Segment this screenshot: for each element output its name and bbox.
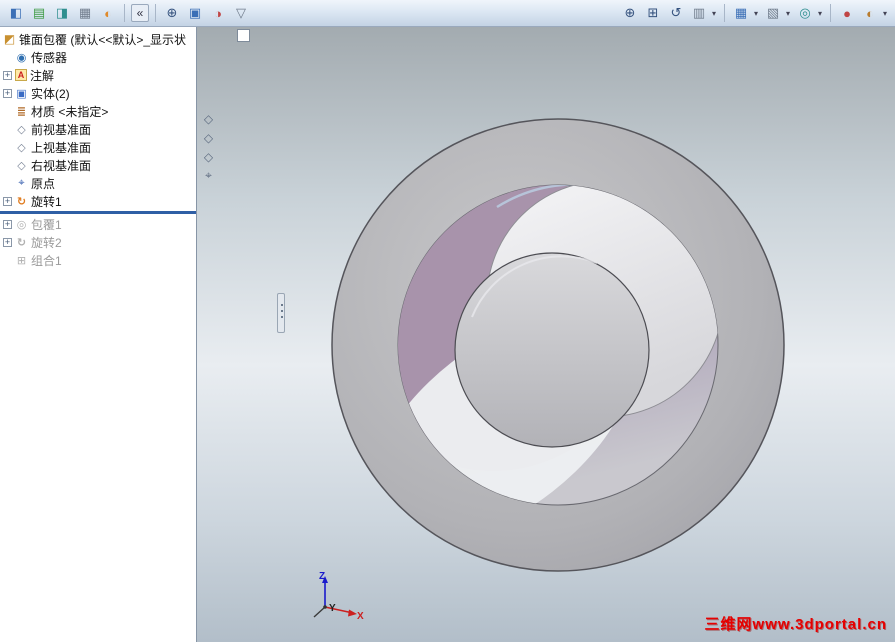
- tree-item-front-plane[interactable]: ◇ 前视基准面: [0, 120, 196, 138]
- tree-item-label: 组合1: [31, 253, 62, 268]
- tree-item-combine1[interactable]: ⊞ 组合1: [0, 251, 196, 269]
- tree-item-sensors[interactable]: ◉ 传感器: [0, 48, 196, 66]
- tree-item-origin[interactable]: ⌖ 原点: [0, 174, 196, 192]
- zoom-in-out-icon[interactable]: ⊕: [620, 3, 640, 23]
- tree-item-revolve2[interactable]: + ↻ 旋转2: [0, 233, 196, 251]
- tree-item-label: 旋转2: [31, 235, 62, 250]
- section-view-icon[interactable]: ▥: [689, 3, 709, 23]
- featuremanager-tree-panel: ◩ 锥面包覆 (默认<<默认>_显示状 ◉ 传感器 + A 注解 + ▣ 实体(…: [0, 27, 197, 642]
- plane-icon: ◇: [17, 159, 26, 172]
- tree-item-material[interactable]: ≣ 材质 <未指定>: [0, 102, 196, 120]
- display-style-icon[interactable]: ▧: [763, 3, 783, 23]
- part-name-label: 锥面包覆 (默认<<默认>_显示状: [19, 32, 187, 47]
- model-core-cylinder[interactable]: [454, 252, 650, 448]
- part-icon: ◩: [3, 32, 16, 46]
- solid-bodies-icon: ▣: [16, 87, 27, 100]
- dropdown-arrow-icon[interactable]: ▾: [881, 9, 889, 18]
- display-manager-icon[interactable]: ◐: [98, 3, 118, 23]
- wrap-icon: ◎: [16, 218, 27, 231]
- featuremanager-icon[interactable]: ◧: [6, 3, 26, 23]
- appearance-sphere-icon[interactable]: ◑: [208, 3, 228, 23]
- dimxpert-icon[interactable]: ▦: [75, 3, 95, 23]
- watermark-text: 三维网www.3dportal.cn: [704, 616, 887, 633]
- toolbar-separator: [155, 4, 156, 22]
- flyout-plane-icon[interactable]: ◇: [201, 149, 216, 164]
- solidworks-window: ◧ ▤ ◨ ▦ ◐ « ⊕ ▣ ◑ ▽ ⊕ ⊞ ↺ ▥ ▾ ▦ ▾ ▧ ▾ ◎ …: [0, 0, 895, 642]
- dropdown-arrow-icon[interactable]: ▾: [816, 9, 824, 18]
- revolve-icon: ↻: [16, 195, 27, 208]
- tree-item-part-root[interactable]: ◩ 锥面包覆 (默认<<默认>_显示状: [0, 30, 196, 48]
- tree-item-label: 原点: [31, 176, 56, 191]
- tree-item-revolve1[interactable]: + ↻ 旋转1: [0, 192, 196, 210]
- expand-icon[interactable]: +: [3, 219, 12, 229]
- model-3d[interactable]: [197, 27, 895, 642]
- previous-view-icon[interactable]: ↺: [666, 3, 686, 23]
- toolbar-separator: [724, 4, 725, 22]
- apply-scene-icon[interactable]: ◐: [860, 3, 880, 23]
- toolbar-separator: [124, 4, 125, 22]
- tree-item-label: 上视基准面: [31, 140, 92, 155]
- material-icon: ≣: [16, 105, 27, 118]
- tree-item-wrap1[interactable]: + ◎ 包覆1: [0, 215, 196, 233]
- expand-icon[interactable]: +: [3, 70, 12, 80]
- triad-z-label: Z: [319, 571, 325, 582]
- combine-icon: ⊞: [16, 254, 27, 267]
- view-cube-icon[interactable]: ▣: [185, 3, 205, 23]
- tree-item-label: 包覆1: [31, 217, 62, 232]
- tree-item-label: 实体(2): [31, 86, 70, 101]
- configurationmanager-icon[interactable]: ◨: [52, 3, 72, 23]
- tree-item-label: 右视基准面: [31, 158, 92, 173]
- plane-icon: ◇: [17, 123, 26, 136]
- origin-icon: ⌖: [18, 176, 25, 189]
- tree-item-label: 注解: [30, 68, 55, 83]
- main-toolbar: ◧ ▤ ◨ ▦ ◐ « ⊕ ▣ ◑ ▽ ⊕ ⊞ ↺ ▥ ▾ ▦ ▾ ▧ ▾ ◎ …: [0, 0, 895, 27]
- zoom-area-icon[interactable]: ⊞: [643, 3, 663, 23]
- flyout-plane-icon[interactable]: ◇: [201, 111, 216, 126]
- toolbar-separator: [830, 4, 831, 22]
- edit-appearance-icon[interactable]: ●: [837, 3, 857, 23]
- splitter-grip-icon: [281, 304, 283, 306]
- tree-item-annotations[interactable]: + A 注解: [0, 66, 196, 84]
- view-orientation-icon[interactable]: ▦: [731, 3, 751, 23]
- annotations-icon: A: [15, 69, 27, 81]
- zoom-cursor-icon[interactable]: ⊕: [162, 3, 182, 23]
- rollback-bar[interactable]: [0, 211, 196, 214]
- flyout-tree-icons: ◇ ◇ ◇ ⌖: [201, 111, 216, 183]
- flyout-plane-icon[interactable]: ◇: [201, 130, 216, 145]
- dropdown-arrow-icon[interactable]: ▾: [784, 9, 792, 18]
- collapse-panel-button[interactable]: «: [131, 4, 149, 22]
- tree-item-right-plane[interactable]: ◇ 右视基准面: [0, 156, 196, 174]
- revolve-icon: ↻: [16, 236, 27, 249]
- triad-y-label: Y: [329, 603, 336, 614]
- tree-item-solid-bodies[interactable]: + ▣ 实体(2): [0, 84, 196, 102]
- propertymanager-icon[interactable]: ▤: [29, 3, 49, 23]
- triad-x-label: X: [357, 611, 364, 622]
- expand-icon[interactable]: +: [3, 196, 12, 206]
- dropdown-arrow-icon[interactable]: ▾: [752, 9, 760, 18]
- graphics-area[interactable]: ◇ ◇ ◇ ⌖ Z X Y 三维网www.3dportal.cn: [197, 27, 895, 642]
- tree-item-label: 材质 <未指定>: [31, 104, 109, 119]
- orientation-triad: Z X Y: [313, 571, 364, 622]
- expand-icon[interactable]: +: [3, 88, 12, 98]
- filter-icon[interactable]: ▽: [231, 3, 251, 23]
- expand-icon[interactable]: +: [3, 237, 12, 247]
- panel-splitter[interactable]: [277, 293, 285, 333]
- tree-item-label: 传感器: [31, 50, 68, 65]
- flyout-origin-icon[interactable]: ⌖: [201, 168, 216, 183]
- tree-item-label: 旋转1: [31, 194, 62, 209]
- sensor-icon: ◉: [16, 51, 27, 64]
- tree-item-top-plane[interactable]: ◇ 上视基准面: [0, 138, 196, 156]
- hide-show-items-icon[interactable]: ◎: [795, 3, 815, 23]
- display-pane-collapse[interactable]: [237, 29, 250, 42]
- tree-item-label: 前视基准面: [31, 122, 92, 137]
- dropdown-arrow-icon[interactable]: ▾: [710, 9, 718, 18]
- plane-icon: ◇: [17, 141, 26, 154]
